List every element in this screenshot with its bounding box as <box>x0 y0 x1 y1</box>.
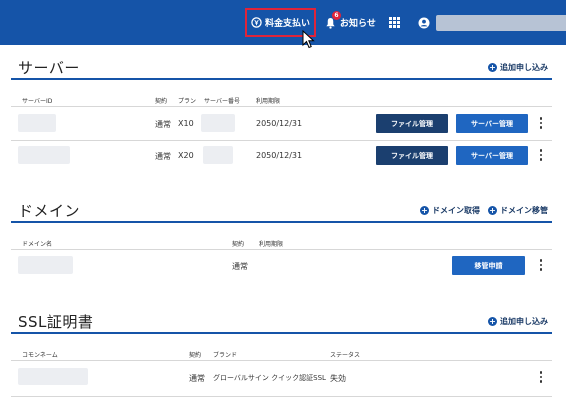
server-contract: 通常 <box>155 152 171 161</box>
yen-coin-icon <box>251 17 262 28</box>
account-menu-button[interactable] <box>418 0 566 45</box>
server-section-divider <box>11 78 552 80</box>
ssl-add-label: 追加申し込み <box>500 317 548 326</box>
user-circle-icon <box>418 17 430 28</box>
table-header-divider <box>11 106 552 107</box>
domain-transfer-label: ドメイン移管 <box>500 206 548 215</box>
ssl-col-contract: 契約 <box>189 352 202 359</box>
server-col-plan: プラン <box>178 98 197 105</box>
more-menu-icon[interactable] <box>538 117 544 129</box>
server-plan: X10 <box>178 119 194 128</box>
server-col-id: サーバーID <box>22 98 53 105</box>
top-navigation-bar: 料金支払い お知らせ 6 <box>0 0 566 45</box>
server-manager-button[interactable]: サーバー管理 <box>456 114 528 133</box>
ssl-section-divider <box>11 332 552 334</box>
domain-section-title: ドメイン <box>18 202 81 220</box>
domain-col-name: ドメイン名 <box>22 241 53 248</box>
ssl-brand: グローバルサイン クイック認証SSL <box>213 374 326 382</box>
more-menu-icon[interactable] <box>538 149 544 161</box>
server-col-contract: 契約 <box>155 98 168 105</box>
payment-label: 料金支払い <box>264 19 310 29</box>
ssl-status: 失効 <box>330 374 346 383</box>
transfer-apply-button[interactable]: 移管申請 <box>452 256 525 275</box>
server-col-expiry: 利用期限 <box>256 98 281 105</box>
server-number-redacted <box>201 114 235 132</box>
news-count-badge: 6 <box>332 11 341 20</box>
server-section-title: サーバー <box>18 59 80 77</box>
domain-section-divider <box>11 221 552 223</box>
table-header-divider <box>11 360 552 361</box>
ssl-col-status: ステータス <box>330 352 361 359</box>
ssl-contract: 通常 <box>189 374 205 383</box>
news-label: お知らせ <box>340 19 376 29</box>
account-name-redacted <box>436 14 566 31</box>
domain-acquire-link[interactable]: + ドメイン取得 <box>420 205 480 216</box>
apps-menu-button[interactable] <box>389 0 400 45</box>
plus-circle-icon: + <box>488 63 497 72</box>
ssl-common-name-redacted <box>18 368 88 385</box>
domain-contract: 通常 <box>232 262 248 271</box>
domain-transfer-link[interactable]: + ドメイン移管 <box>488 205 548 216</box>
news-button[interactable]: お知らせ <box>325 0 376 45</box>
ssl-col-common-name: コモンネーム <box>22 352 58 359</box>
domain-col-expiry: 利用期限 <box>259 241 284 248</box>
mouse-cursor-icon <box>302 30 315 49</box>
server-id-redacted <box>18 114 56 132</box>
more-menu-icon[interactable] <box>538 371 544 383</box>
domain-name-redacted <box>18 256 73 274</box>
server-add-label: 追加申し込み <box>500 63 548 72</box>
server-expiry: 2050/12/31 <box>256 151 303 160</box>
server-plan: X20 <box>178 151 194 160</box>
more-menu-icon[interactable] <box>538 259 544 271</box>
ssl-col-brand: ブランド <box>213 352 238 359</box>
server-number-redacted <box>203 146 233 164</box>
server-manager-button[interactable]: サーバー管理 <box>456 146 528 165</box>
server-id-redacted <box>18 146 70 164</box>
ssl-section-title: SSL証明書 <box>18 313 94 331</box>
ssl-add-link[interactable]: + 追加申し込み <box>488 316 548 327</box>
grid-icon <box>389 17 400 28</box>
file-manager-button[interactable]: ファイル管理 <box>376 114 448 133</box>
server-col-number: サーバー番号 <box>204 98 240 105</box>
file-manager-button[interactable]: ファイル管理 <box>376 146 448 165</box>
plus-circle-icon: + <box>420 206 429 215</box>
plus-circle-icon: + <box>488 317 497 326</box>
table-row-divider <box>11 140 552 141</box>
server-add-link[interactable]: + 追加申し込み <box>488 62 548 73</box>
server-contract: 通常 <box>155 120 171 129</box>
domain-acquire-label: ドメイン取得 <box>432 206 480 215</box>
table-row-divider <box>11 396 552 397</box>
table-header-divider <box>11 249 552 250</box>
domain-col-contract: 契約 <box>232 241 245 248</box>
server-expiry: 2050/12/31 <box>256 119 303 128</box>
plus-circle-icon: + <box>488 206 497 215</box>
